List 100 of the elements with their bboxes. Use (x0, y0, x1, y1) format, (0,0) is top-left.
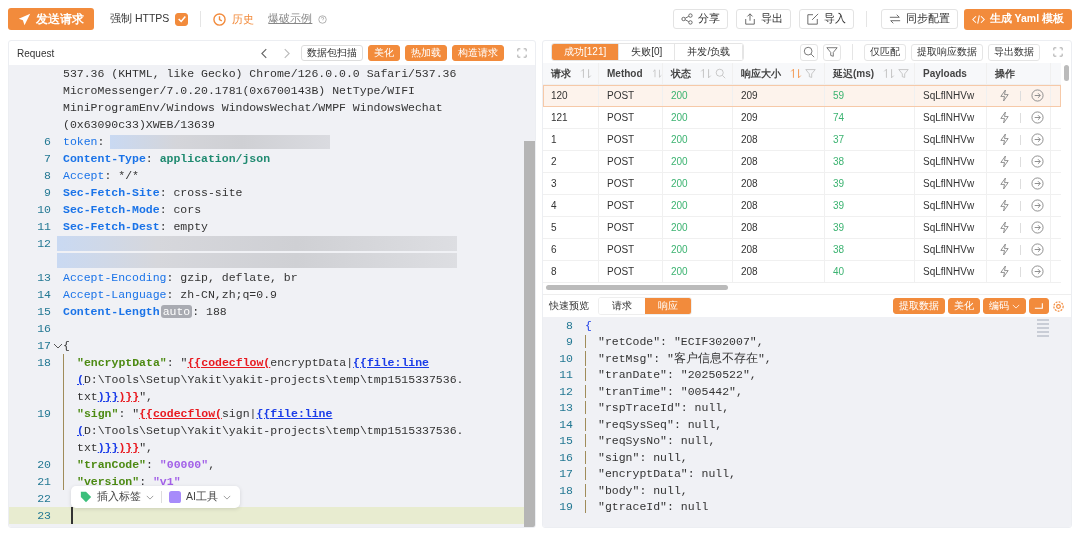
lightning-icon[interactable] (999, 199, 1010, 212)
example-link[interactable]: 爆破示例 (268, 12, 313, 26)
fold-chevron-icon[interactable] (53, 342, 63, 349)
arrow-circle-icon[interactable] (1031, 265, 1044, 278)
sort-icon[interactable] (580, 68, 592, 79)
table-row[interactable]: 1 POST 200 208 37 SqLflNHVw (543, 129, 1061, 151)
table-cell: 200 (663, 129, 733, 150)
line-number: 19 (37, 407, 51, 420)
scrollbar[interactable] (1064, 65, 1069, 81)
dropdown-button[interactable]: AI工具 (166, 488, 234, 506)
swap-arrows-icon (888, 13, 901, 25)
lightning-icon[interactable] (999, 89, 1010, 102)
filter-icon[interactable] (805, 68, 816, 79)
table-cell: 208 (733, 195, 825, 216)
code-line: "sign": null, (585, 450, 688, 464)
line-number: 16 (37, 322, 51, 335)
code-line: "version": "v1" (77, 475, 181, 488)
line-number: 6 (44, 135, 51, 148)
table-row[interactable]: 2 POST 200 208 38 SqLflNHVw (543, 151, 1061, 173)
table-cell: SqLflNHVw (915, 129, 987, 150)
sort-icon[interactable] (651, 68, 662, 79)
toolbar-button[interactable]: 导入 (798, 9, 854, 29)
arrow-circle-icon[interactable] (1031, 89, 1044, 102)
line-number: 22 (37, 492, 51, 505)
table-cell: 39 (825, 195, 915, 216)
code-line: "tranCode": "00000", (77, 458, 216, 471)
back-icon[interactable] (261, 47, 268, 59)
lightning-icon[interactable] (999, 265, 1010, 278)
table-cell: 200 (663, 261, 733, 282)
table-cell: SqLflNHVw (915, 217, 987, 238)
fullscreen-icon[interactable] (1053, 47, 1063, 57)
scrollbar[interactable] (546, 285, 728, 290)
dropdown-button[interactable]: 插入标签 (77, 488, 157, 506)
code-line: Sec-Fetch-Site: cross-site (63, 186, 243, 199)
arrow-circle-icon[interactable] (1031, 243, 1044, 256)
line-number: 10 (37, 203, 51, 216)
toolbar-button[interactable]: 分享 (672, 9, 728, 29)
results-button[interactable]: 提取响应数据 (911, 43, 983, 61)
share-icon (680, 13, 693, 25)
sort-icon[interactable] (700, 68, 712, 79)
table-cell: 200 (663, 107, 733, 128)
toolbar-button[interactable]: 同步配置 (880, 9, 958, 29)
table-cell: 39 (825, 173, 915, 194)
toolbar-button[interactable]: 导出 (735, 9, 791, 29)
https-checkbox[interactable] (175, 12, 189, 26)
table-row[interactable]: 5 POST 200 208 39 SqLflNHVw (543, 217, 1061, 239)
caret-icon (222, 494, 231, 500)
scrollbar[interactable] (524, 141, 535, 527)
table-cell: 4 (543, 195, 599, 216)
table-cell: 208 (733, 261, 825, 282)
forward-icon[interactable] (283, 47, 290, 59)
force-https-label: 强制 HTTPS (110, 12, 170, 26)
newline-button[interactable] (1029, 298, 1049, 314)
table-cell: 200 (663, 239, 733, 260)
code-line: Accept: */* (63, 169, 139, 182)
clock-icon (213, 12, 227, 26)
table-row[interactable]: 8 POST 200 208 40 SqLflNHVw (543, 261, 1061, 283)
search-icon[interactable] (715, 68, 726, 79)
arrow-circle-icon[interactable] (1031, 133, 1044, 146)
results-button[interactable]: 仅匹配 (864, 43, 906, 61)
search-button[interactable] (800, 43, 818, 61)
lightning-icon[interactable] (999, 177, 1010, 190)
arrow-circle-icon[interactable] (1031, 155, 1044, 168)
fullscreen-icon[interactable] (517, 48, 527, 58)
table-row[interactable]: 6 POST 200 208 38 SqLflNHVw (543, 239, 1061, 261)
sort-icon[interactable] (883, 68, 896, 79)
code-line: txt)}})}}", (77, 390, 153, 403)
lightning-icon[interactable] (999, 243, 1010, 256)
filter-button[interactable] (823, 43, 841, 61)
panel-title: Request (17, 47, 55, 59)
results-button[interactable]: 导出数据 (988, 43, 1040, 61)
code-line: "body": null, (585, 483, 688, 497)
filter-icon[interactable] (898, 68, 910, 79)
editor-button[interactable]: 数据包扫描 (301, 45, 363, 61)
response-editor[interactable] (543, 317, 1071, 527)
arrow-circle-icon[interactable] (1031, 221, 1044, 234)
tag-icon (80, 491, 92, 503)
lightning-icon[interactable] (999, 221, 1010, 234)
code-line: "tranDate": "20250522", (585, 368, 757, 382)
line-number: 15 (37, 305, 51, 318)
table-cell: 209 (733, 107, 825, 128)
code-line: token: (63, 135, 105, 148)
code-line: "retMsg": "客户信息不存在", (585, 350, 772, 366)
table-cell: 208 (733, 217, 825, 238)
lightning-icon[interactable] (999, 111, 1010, 124)
arrow-circle-icon[interactable] (1031, 199, 1044, 212)
table-row[interactable]: 4 POST 200 208 39 SqLflNHVw (543, 195, 1061, 217)
lightning-icon[interactable] (999, 133, 1010, 146)
arrow-circle-icon[interactable] (1031, 111, 1044, 124)
arrow-circle-icon[interactable] (1031, 177, 1044, 190)
sort-icon[interactable] (790, 68, 802, 79)
table-row[interactable]: 120 POST 200 209 59 SqLflNHVw (543, 85, 1061, 107)
minimap-drawing (1037, 319, 1049, 339)
table-cell: SqLflNHVw (915, 173, 987, 194)
line-number: 14 (559, 417, 573, 431)
table-row[interactable]: 3 POST 200 208 39 SqLflNHVw (543, 173, 1061, 195)
lightning-icon[interactable] (999, 155, 1010, 168)
edit-icon (806, 13, 819, 25)
settings-icon[interactable] (1052, 299, 1065, 313)
table-row[interactable]: 121 POST 200 209 74 SqLflNHVw (543, 107, 1061, 129)
